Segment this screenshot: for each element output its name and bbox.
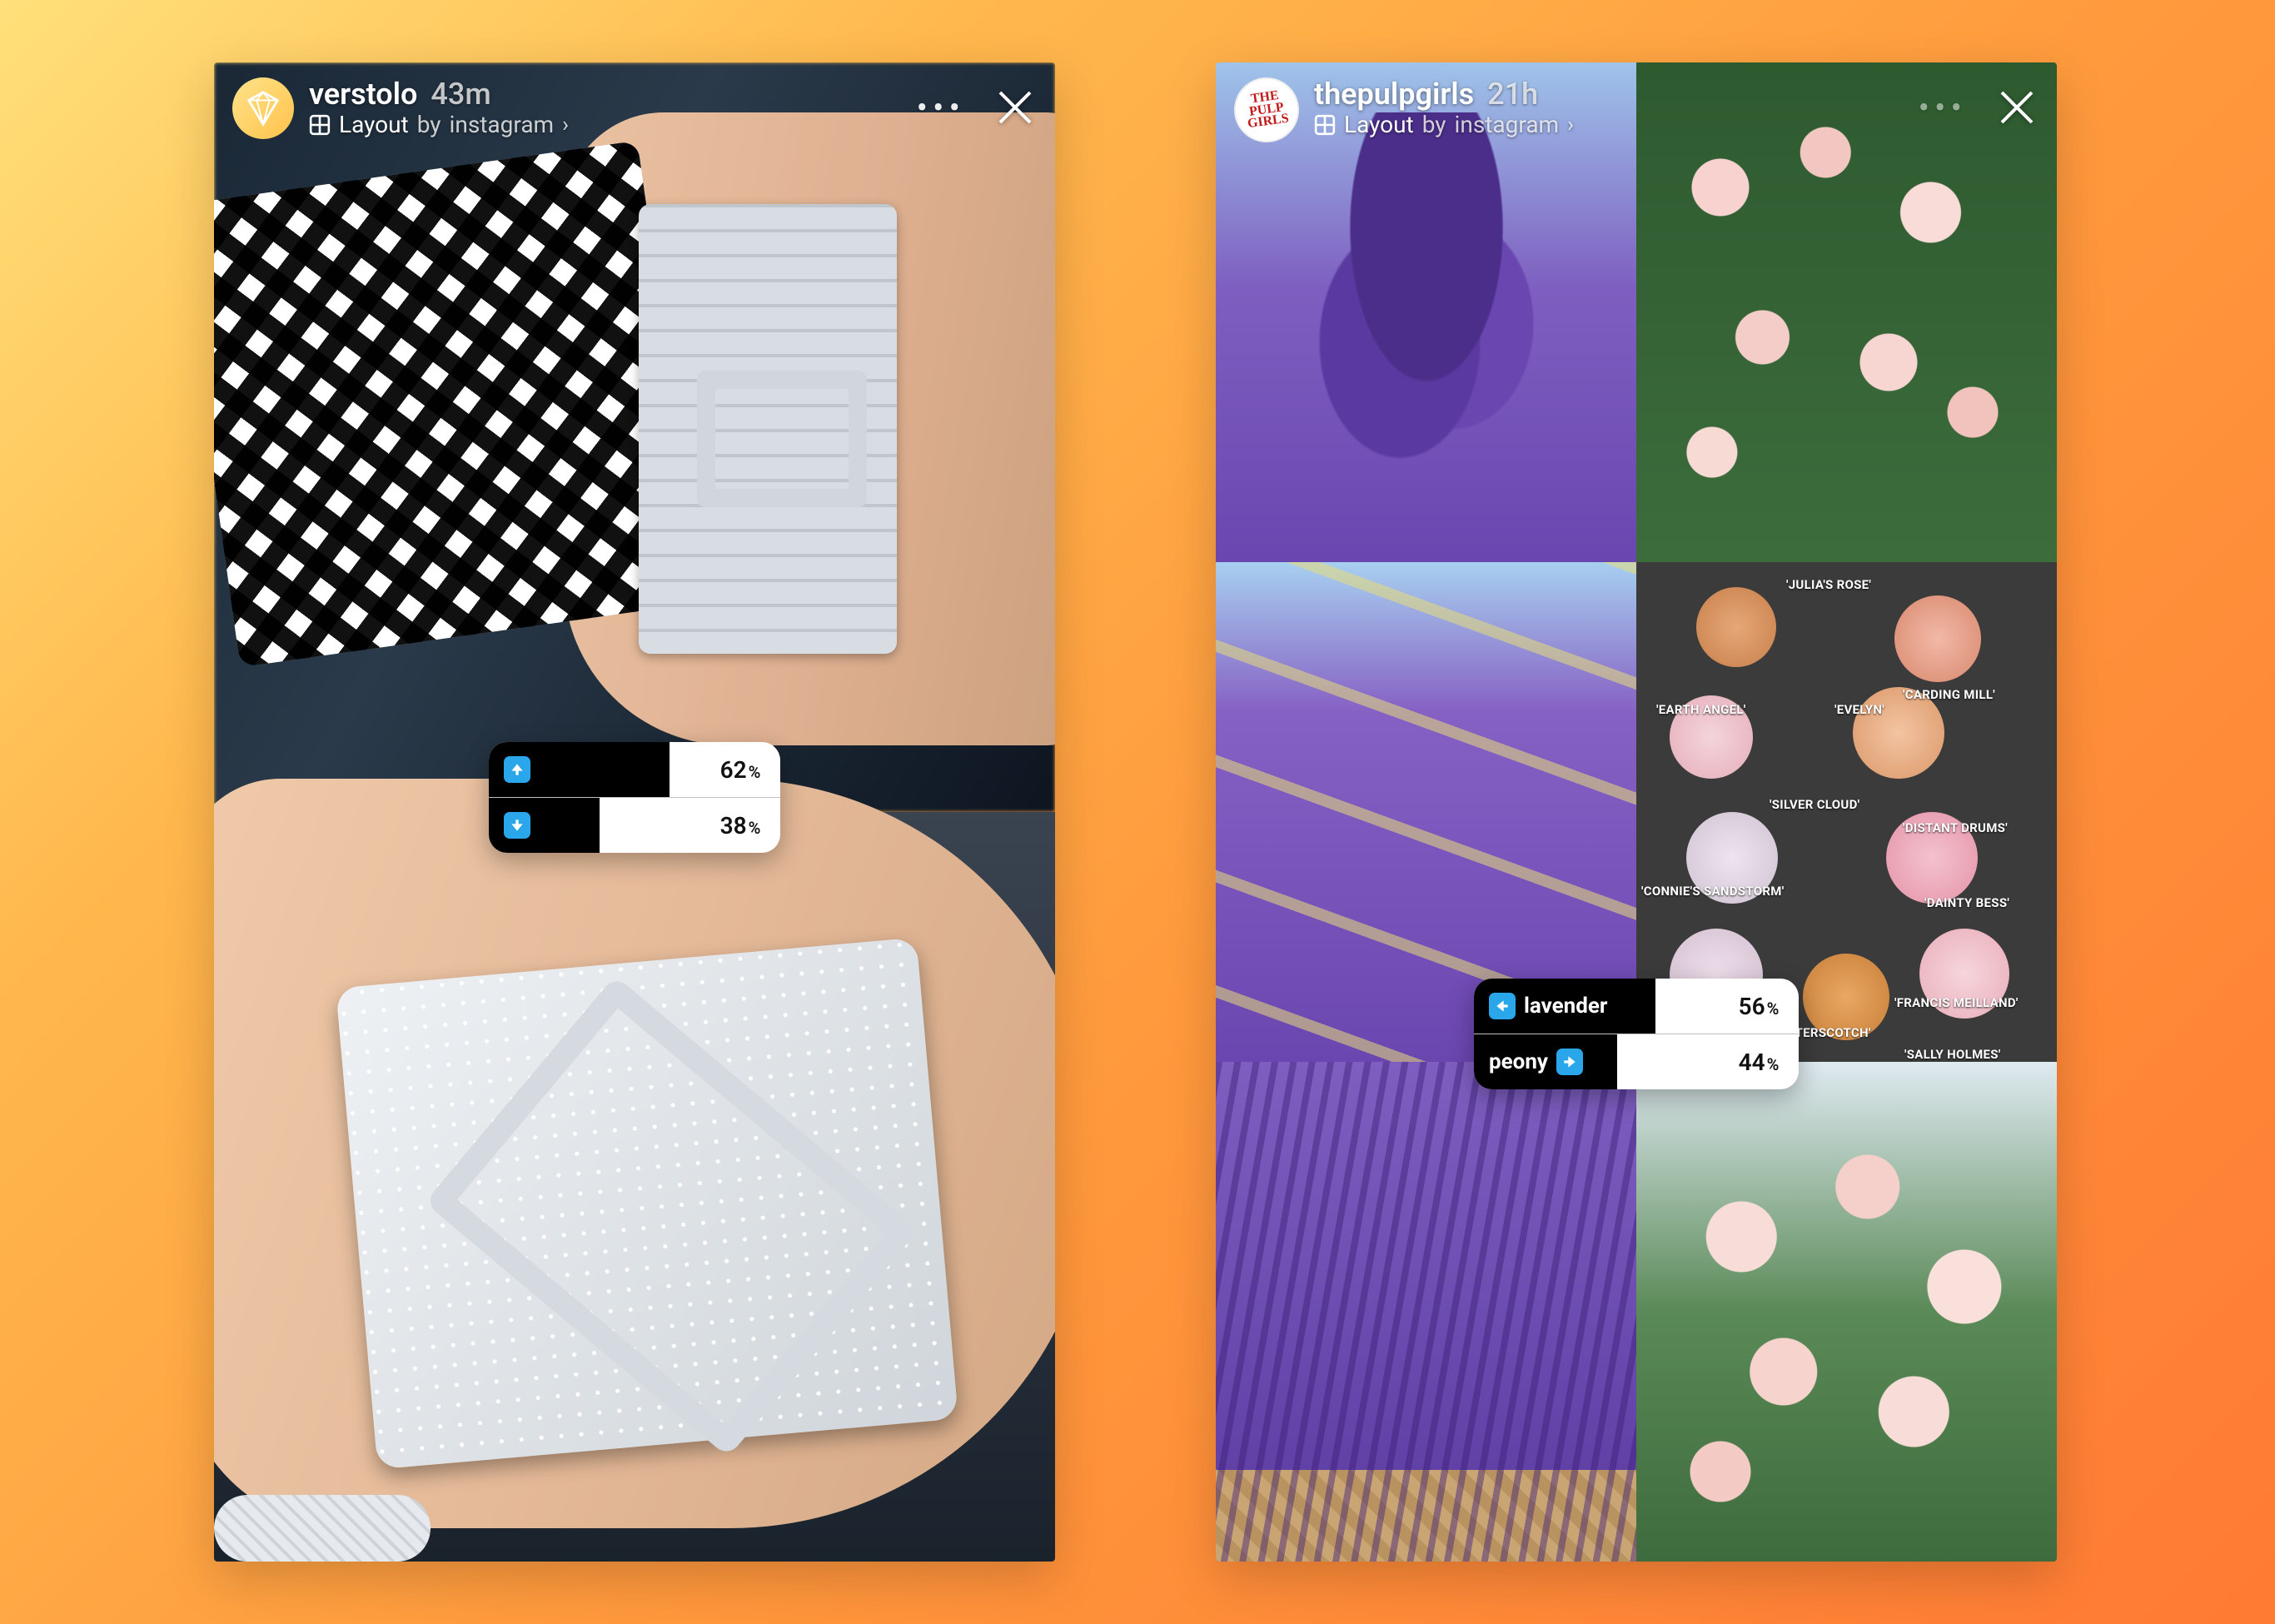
layout-label: Layout — [1344, 112, 1414, 138]
layout-by-prefix: by — [1422, 112, 1446, 138]
rose-label: 'DISTANT DRUMS' — [1903, 820, 2008, 835]
poll-option-1[interactable]: 62% — [489, 742, 780, 797]
avatar[interactable]: THEPULPGIRLS — [1234, 77, 1299, 142]
layout-icon — [309, 114, 331, 136]
poll-option-1[interactable]: lavender 56% — [1474, 979, 1799, 1034]
poll-option-label: peony — [1489, 1049, 1548, 1074]
chevron-right-icon: › — [1567, 113, 1574, 138]
close-icon — [993, 86, 1037, 129]
avatar-logo: THEPULPGIRLS — [1237, 80, 1297, 140]
grid-cell-peony-field — [1636, 1062, 2057, 1562]
rose-label: 'JULIA'S ROSE' — [1786, 577, 1871, 592]
rose-label: 'CARDING MILL' — [1903, 687, 1995, 702]
layout-label: Layout — [339, 112, 409, 138]
layout-by: instagram — [450, 112, 555, 138]
poll-option-percent: 44% — [1719, 1049, 1799, 1076]
arrow-right-icon — [1556, 1049, 1583, 1075]
more-options-button[interactable]: ••• — [917, 77, 966, 139]
arrow-down-icon — [504, 812, 530, 839]
poll-option-label: lavender — [1524, 994, 1607, 1019]
poll-option-2[interactable]: 38% — [489, 797, 780, 853]
story-image-grid: 'JULIA'S ROSE' 'CARDING MILL' 'EARTH ANG… — [1216, 62, 2057, 1562]
close-button[interactable] — [1995, 86, 2039, 129]
poll-widget: 62% 38% — [489, 742, 780, 853]
story-header: verstolo 43m Layout by instagram › ••• — [214, 62, 1055, 177]
username[interactable]: verstolo — [309, 77, 417, 112]
layout-by-prefix: by — [417, 112, 441, 138]
username[interactable]: thepulpgirls — [1314, 77, 1474, 112]
layout-by: instagram — [1455, 112, 1560, 138]
poll-widget: lavender 56% peony 44% — [1474, 979, 1799, 1089]
layout-attribution[interactable]: Layout by instagram › — [309, 112, 569, 138]
close-icon — [1995, 86, 2039, 129]
rose-label: 'EARTH ANGEL' — [1656, 702, 1745, 717]
more-options-button[interactable]: ••• — [1919, 77, 1968, 139]
story-header: THEPULPGIRLS thepulpgirls 21h Layout by … — [1216, 62, 2057, 177]
rose-label: 'EVELYN' — [1834, 702, 1884, 717]
timestamp: 21h — [1487, 77, 1538, 112]
poll-option-percent: 62% — [700, 756, 780, 784]
avatar[interactable] — [232, 77, 294, 139]
rose-label: 'SILVER CLOUD' — [1770, 797, 1859, 812]
story-card-verstolo[interactable]: verstolo 43m Layout by instagram › ••• — [214, 62, 1055, 1562]
rose-label: 'DAINTY BESS' — [1924, 895, 2009, 910]
rose-label: 'SALLY HOLMES' — [1904, 1047, 2001, 1062]
close-button[interactable] — [993, 86, 1037, 129]
chevron-right-icon: › — [562, 113, 569, 138]
diamond-icon — [244, 89, 282, 127]
poll-option-percent: 38% — [700, 812, 780, 839]
arrow-left-icon — [1489, 993, 1516, 1019]
rose-label: 'FRANCIS MEILLAND' — [1894, 995, 2019, 1010]
poll-option-2[interactable]: peony 44% — [1474, 1034, 1799, 1089]
rose-label: 'CONNIE'S SANDSTORM' — [1641, 884, 1784, 899]
arrow-up-icon — [504, 756, 530, 783]
story-image-bottom — [214, 812, 1055, 1562]
layout-attribution[interactable]: Layout by instagram › — [1314, 112, 1574, 138]
timestamp: 43m — [431, 77, 490, 112]
poll-option-percent: 56% — [1719, 993, 1799, 1020]
story-card-thepulpgirls[interactable]: 'JULIA'S ROSE' 'CARDING MILL' 'EARTH ANG… — [1216, 62, 2057, 1562]
grid-cell-lavender-basket — [1216, 1062, 1636, 1562]
layout-icon — [1314, 114, 1336, 136]
